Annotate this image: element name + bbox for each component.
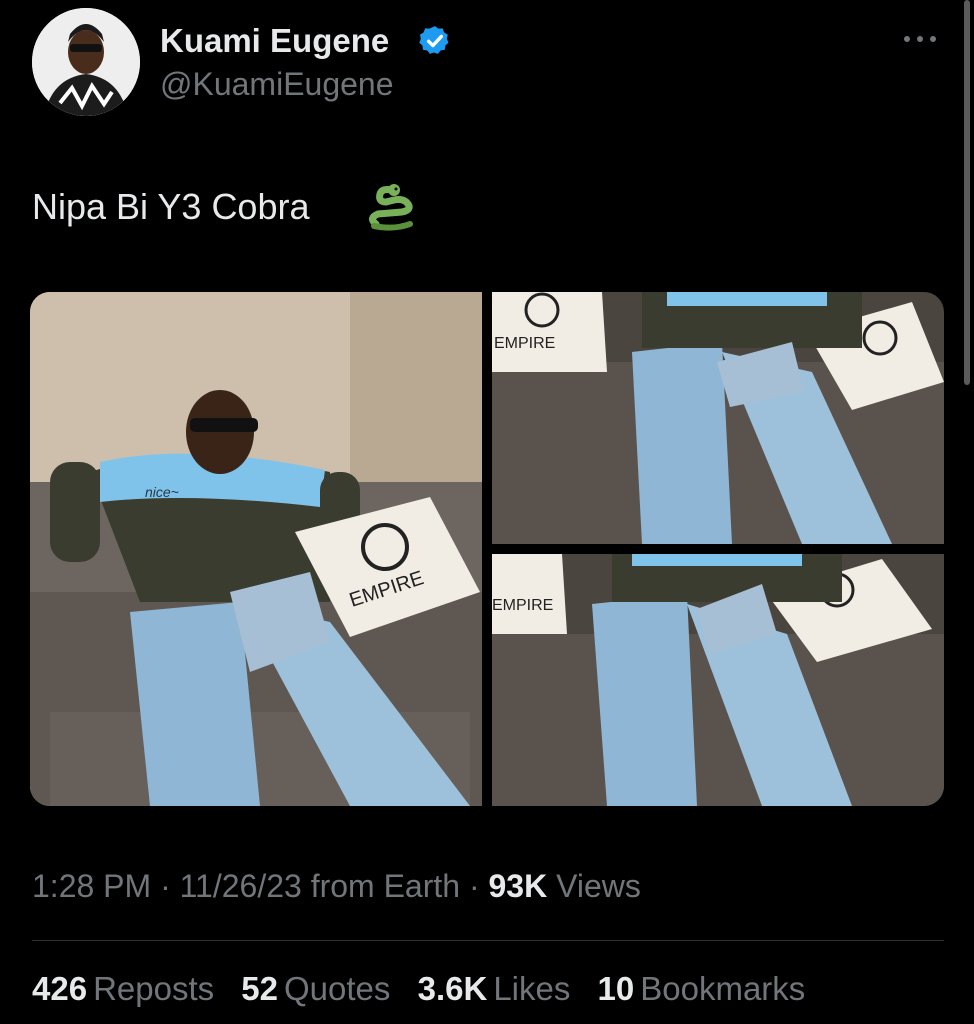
tweet-time[interactable]: 1:28 PM: [32, 868, 151, 904]
verified-badge-icon: [419, 26, 449, 54]
author-name[interactable]: Kuami Eugene: [160, 22, 389, 60]
author-handle[interactable]: @KuamiEugene: [160, 66, 394, 103]
stat-count: 10: [597, 970, 635, 1007]
stat-likes[interactable]: 3.6K Likes: [418, 970, 571, 1008]
meta-separator: ·: [160, 868, 180, 904]
media-grid[interactable]: EMPIRE nice~ EMPIRE EMPIRE: [30, 292, 944, 806]
stat-label: Quotes: [284, 970, 391, 1007]
engagement-stats: 426 Reposts 52 Quotes 3.6K Likes 10 Bookmark…: [32, 970, 823, 1008]
photo-2[interactable]: EMPIRE: [492, 292, 944, 544]
tweet-date[interactable]: 11/26/23: [180, 868, 302, 904]
pillow-brand-text-3: EMPIRE: [492, 597, 553, 614]
pillow-brand-text-2: EMPIRE: [494, 335, 555, 352]
tweet-text: Nipa Bi Y3 Cobra: [32, 186, 310, 227]
stat-count: 426: [32, 970, 88, 1007]
stat-label: Bookmarks: [640, 970, 806, 1007]
divider: [32, 940, 944, 941]
tweet-meta: 1:28 PM · 11/26/23 from Earth · 93K View…: [32, 868, 641, 905]
stat-quotes[interactable]: 52 Quotes: [241, 970, 390, 1008]
stat-label: Likes: [493, 970, 571, 1007]
views-count: 93K: [488, 868, 548, 904]
stat-label: Reposts: [93, 970, 215, 1007]
tweet-source: from Earth: [310, 868, 461, 904]
stat-bookmarks[interactable]: 10 Bookmarks: [598, 970, 806, 1008]
photo-3[interactable]: EMPIRE: [492, 554, 944, 806]
avatar[interactable]: [32, 8, 140, 116]
scrollbar[interactable]: [964, 0, 970, 385]
sweater-text: nice~: [145, 484, 179, 500]
stat-count: 52: [241, 970, 279, 1007]
snake-icon: [369, 184, 413, 231]
photo-1[interactable]: EMPIRE nice~: [30, 292, 482, 806]
meta-separator: ·: [468, 868, 489, 904]
views-label: Views: [556, 868, 641, 904]
more-options-icon[interactable]: [900, 24, 940, 54]
avatar-image: [32, 8, 140, 116]
stat-reposts[interactable]: 426 Reposts: [32, 970, 214, 1008]
stat-count: 3.6K: [417, 970, 488, 1007]
